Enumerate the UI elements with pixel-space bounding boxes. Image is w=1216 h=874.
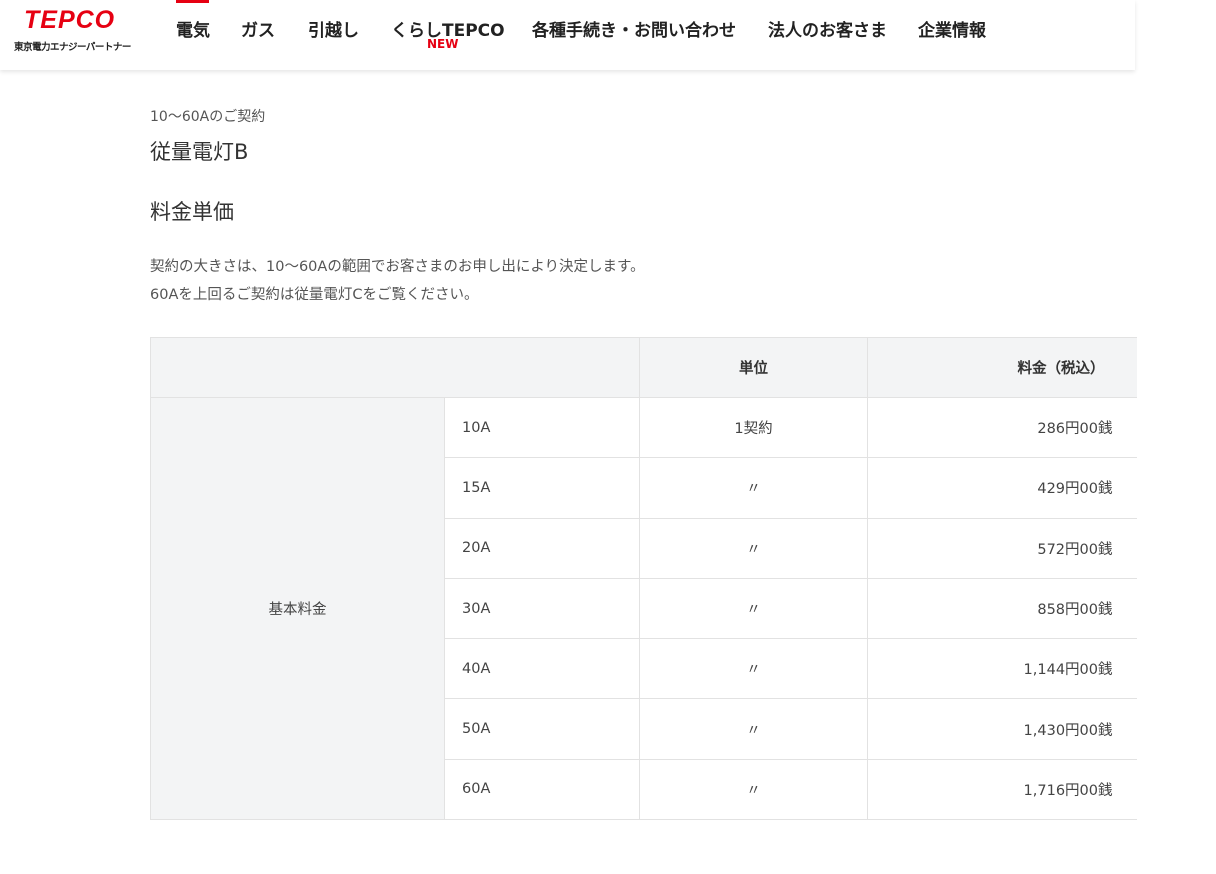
- price-cell: 429円00銭: [867, 457, 1137, 519]
- nav-active-indicator: [176, 0, 209, 3]
- plan-title: 従量電灯B: [150, 140, 249, 164]
- ampere-cell: 60A: [444, 758, 640, 821]
- ampere-cell: 50A: [444, 698, 640, 760]
- unit-cell: 〃: [639, 577, 868, 640]
- unit-cell: 〃: [639, 758, 868, 821]
- unit-column-header: 単位: [639, 337, 868, 398]
- logo-subtitle: 東京電力エナジーパートナー: [14, 42, 131, 53]
- nav-item-business[interactable]: 法人のお客さま: [768, 16, 887, 41]
- unit-cell: 〃: [639, 517, 868, 579]
- table-corner-cell: [150, 337, 640, 398]
- unit-cell: 1契約: [639, 396, 868, 459]
- new-badge: NEW: [427, 37, 459, 51]
- price-cell: 1,430円00銭: [867, 698, 1137, 760]
- price-cell: 858円00銭: [867, 577, 1137, 640]
- logo-wordmark: TEPCO: [24, 6, 116, 34]
- table-header-row: 単位 料金（税込）: [150, 337, 1137, 398]
- price-cell: 1,144円00銭: [867, 638, 1137, 700]
- nav-item-moving[interactable]: 引越し: [308, 16, 359, 41]
- row-group-header: 基本料金: [150, 396, 445, 821]
- rate-table: 単位 料金（税込） 基本料金 10A 1契約 286円00銭 15A 〃 429…: [150, 337, 1137, 821]
- nav-item-electricity[interactable]: 電気: [176, 16, 210, 41]
- section-title: 料金単価: [150, 200, 234, 224]
- unit-cell: 〃: [639, 457, 868, 519]
- nav-item-corporate-info[interactable]: 企業情報: [918, 16, 986, 41]
- site-header: TEPCO 東京電力エナジーパートナー 電気 ガス 引越し くらしTEPCO N…: [0, 0, 1135, 70]
- unit-cell: 〃: [639, 698, 868, 760]
- ampere-cell: 20A: [444, 517, 640, 579]
- ampere-cell: 30A: [444, 577, 640, 640]
- nav-item-procedures-contact[interactable]: 各種手続き・お問い合わせ: [532, 16, 736, 41]
- price-cell: 572円00銭: [867, 517, 1137, 579]
- plan-subtitle: 10〜60Aのご契約: [150, 109, 266, 125]
- price-cell: 286円00銭: [867, 396, 1137, 459]
- price-column-header: 料金（税込）: [867, 337, 1137, 398]
- nav-item-gas[interactable]: ガス: [241, 16, 275, 41]
- description-line: 60Aを上回るご契約は従量電灯Cをご覧ください。: [150, 287, 479, 303]
- price-cell: 1,716円00銭: [867, 758, 1137, 821]
- ampere-cell: 40A: [444, 638, 640, 700]
- description-line: 契約の大きさは、10〜60Aの範囲でお客さまのお申し出により決定します。: [150, 259, 645, 275]
- unit-cell: 〃: [639, 638, 868, 700]
- ampere-cell: 10A: [444, 396, 640, 459]
- tepco-logo[interactable]: TEPCO 東京電力エナジーパートナー: [14, 6, 134, 56]
- ampere-cell: 15A: [444, 457, 640, 519]
- table-row: 基本料金 10A 1契約 286円00銭: [150, 396, 1137, 821]
